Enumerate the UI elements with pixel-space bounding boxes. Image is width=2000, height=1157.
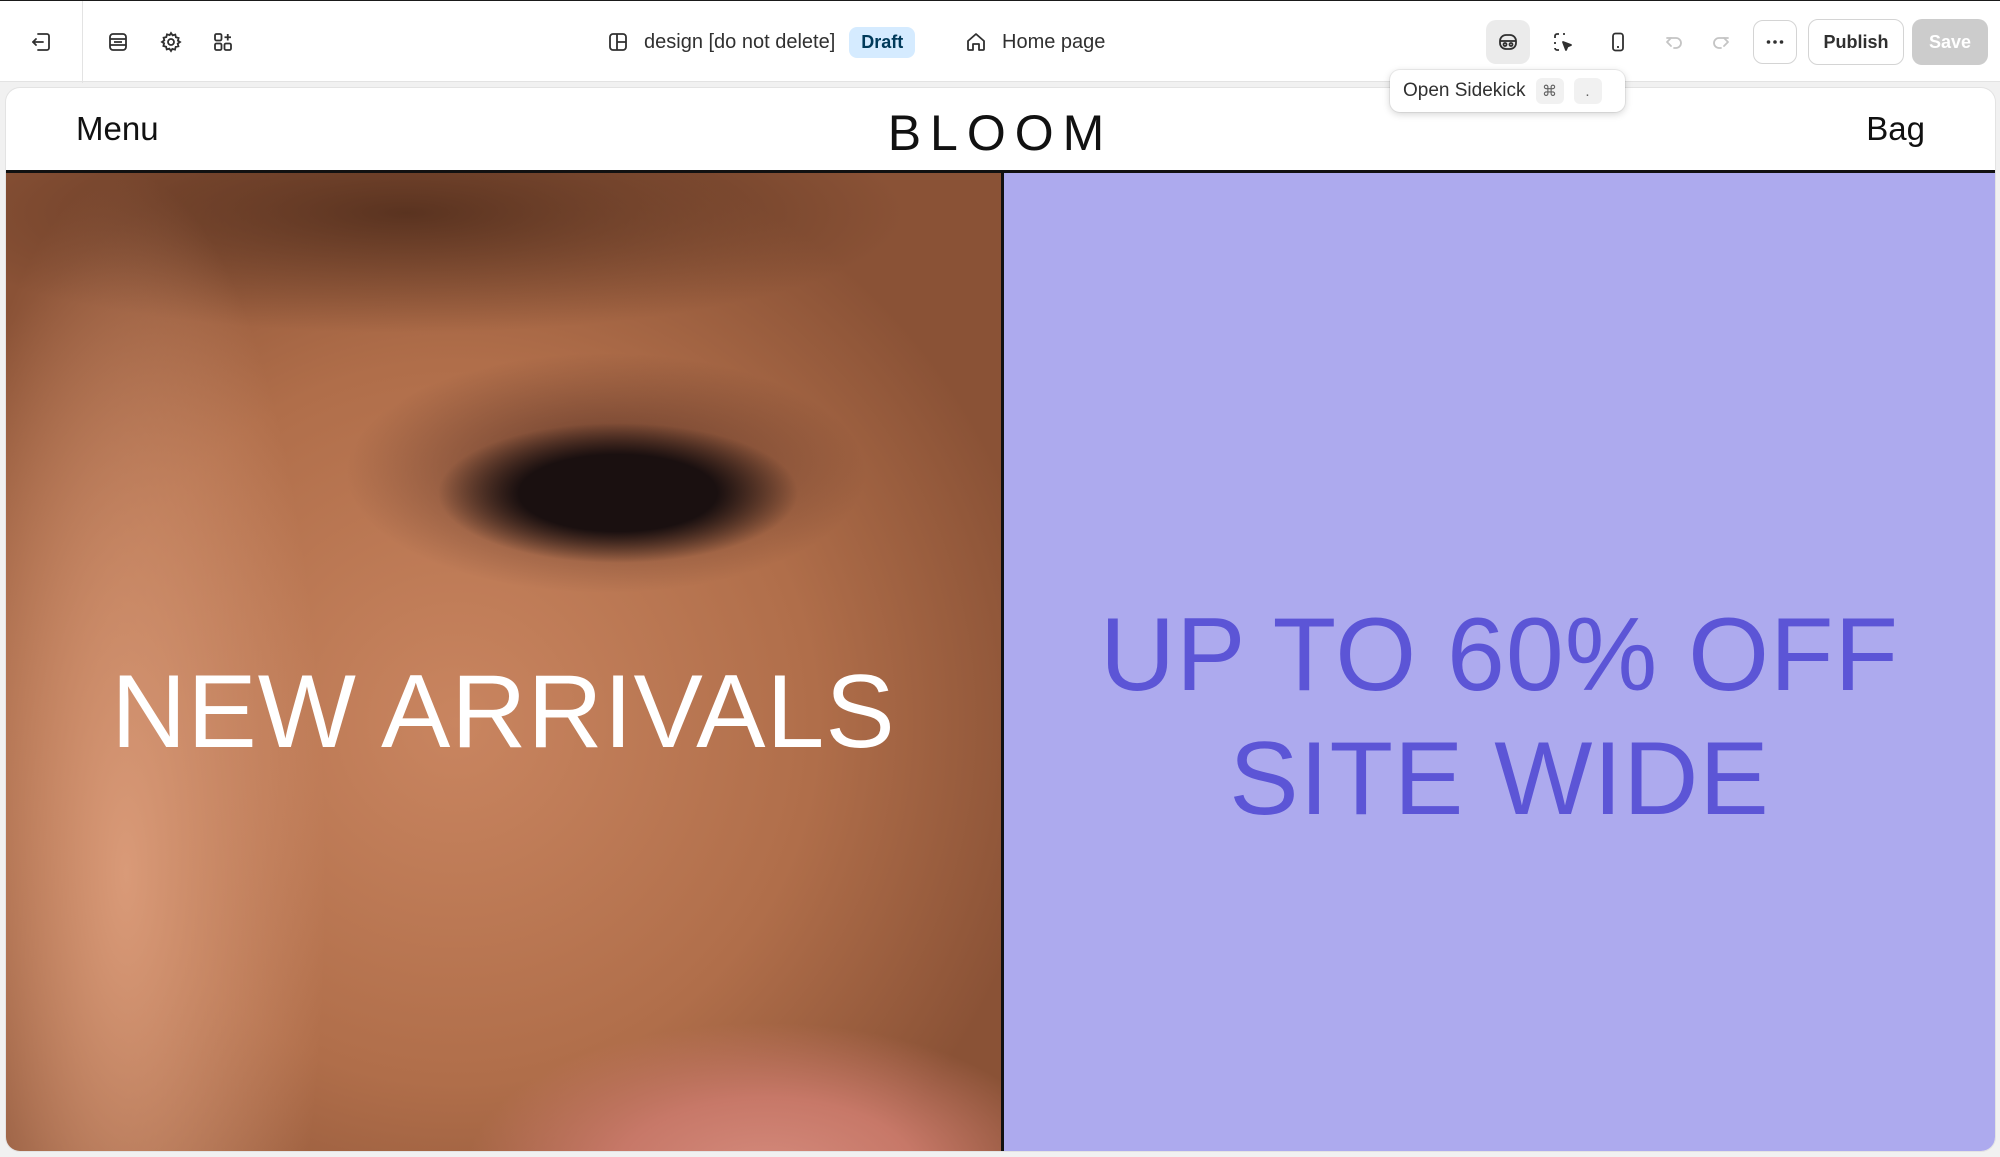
hero-right-line-1: UP TO 60% OFF — [1099, 597, 1900, 713]
publish-button[interactable]: Publish — [1808, 19, 1904, 65]
hero-left-heading: NEW ARRIVALS — [111, 654, 896, 770]
editor-toolbar: design [do not delete] Draft Home page P… — [0, 0, 2000, 83]
more-actions-button[interactable] — [1753, 20, 1797, 64]
sections-button[interactable] — [96, 20, 140, 64]
hero-right-line-2: SITE WIDE — [1229, 721, 1770, 837]
status-badge: Draft — [849, 26, 916, 58]
exit-button[interactable] — [19, 20, 63, 64]
toolbar-divider — [82, 1, 83, 83]
store-bag-link[interactable]: Bag — [1866, 110, 1925, 148]
more-icon — [1766, 40, 1784, 44]
sidekick-icon — [1499, 34, 1517, 50]
theme-selector[interactable]: design [do not delete] Draft — [606, 23, 916, 61]
storefront-preview: Menu BLOOM Bag NEW ARRIVALS UP TO 60% OF… — [6, 88, 1995, 1151]
exit-icon — [32, 33, 50, 51]
mobile-preview-icon — [1612, 32, 1624, 52]
hero-promo-panel[interactable]: UP TO 60% OFF SITE WIDE — [1004, 173, 1995, 1151]
sections-icon — [109, 33, 127, 51]
apps-icon — [214, 33, 232, 51]
apps-button[interactable] — [201, 20, 245, 64]
layout-icon — [609, 33, 627, 51]
inspector-button[interactable] — [1541, 20, 1585, 64]
hero-image-new-arrivals[interactable]: NEW ARRIVALS — [6, 173, 1001, 1151]
store-logo[interactable]: BLOOM — [6, 104, 1995, 162]
store-header: Menu BLOOM Bag — [6, 88, 1995, 173]
shortcut-key: . — [1573, 78, 1602, 104]
inspector-icon — [1554, 33, 1572, 51]
undo-icon — [1666, 37, 1682, 49]
redo-icon — [1713, 37, 1729, 49]
hero-right-heading: UP TO 60% OFF SITE WIDE — [1004, 593, 1995, 841]
theme-settings-button[interactable] — [149, 20, 193, 64]
redo-button[interactable] — [1699, 20, 1743, 64]
theme-name: design [do not delete] — [644, 30, 836, 53]
sidekick-button[interactable] — [1486, 20, 1530, 64]
mobile-preview-button[interactable] — [1596, 20, 1640, 64]
shortcut-modifier-key: ⌘ — [1535, 78, 1564, 104]
settings-icon — [160, 31, 182, 53]
page-selector[interactable]: Home page — [964, 23, 1105, 61]
home-icon — [967, 33, 985, 51]
page-name: Home page — [1002, 30, 1106, 53]
save-button[interactable]: Save — [1912, 19, 1988, 65]
undo-button[interactable] — [1652, 20, 1696, 64]
tooltip-label: Open Sidekick — [1403, 80, 1526, 101]
sidekick-tooltip: Open Sidekick ⌘ . — [1390, 70, 1625, 112]
